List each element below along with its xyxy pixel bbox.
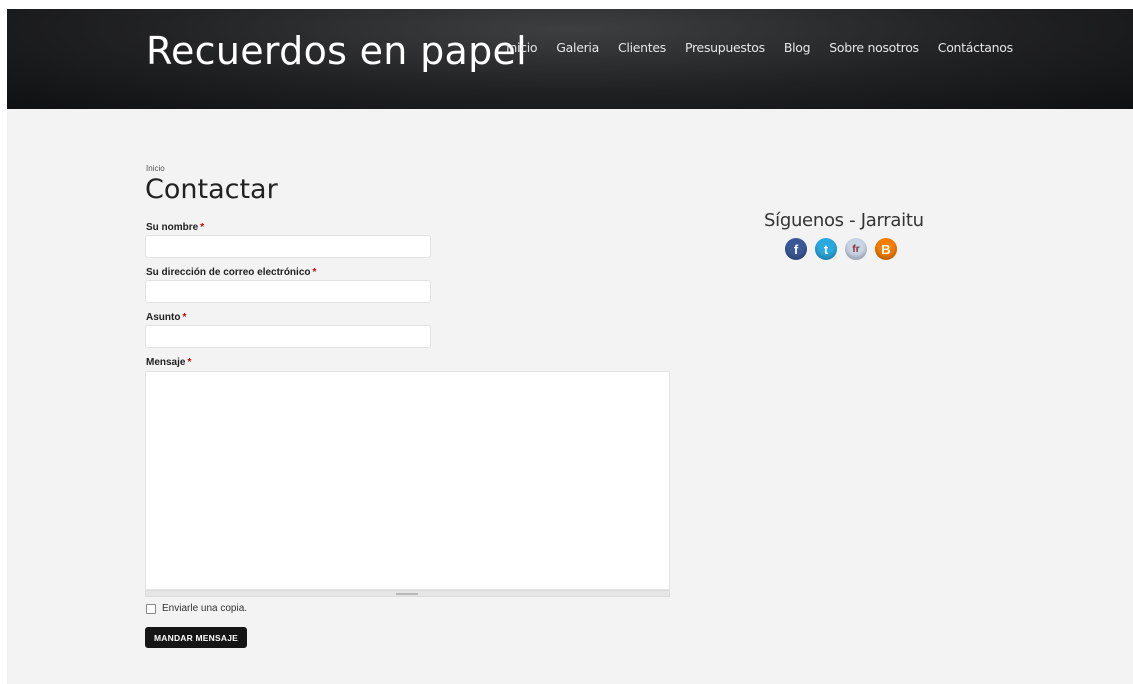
submit-button[interactable]: MANDAR MENSAJE [145, 627, 247, 648]
nav-item-clientes[interactable]: Clientes [618, 40, 666, 55]
send-copy-label[interactable]: Enviarle una copia. [162, 603, 247, 614]
friendfeed-icon[interactable]: fr [845, 238, 867, 260]
nav-item-sobre-nosotros[interactable]: Sobre nosotros [829, 40, 919, 55]
site-title[interactable]: Recuerdos en papel [146, 29, 527, 73]
subject-field[interactable] [145, 325, 431, 348]
email-label: Su dirección de correo electrónico * [146, 267, 317, 278]
required-mark: * [312, 267, 317, 278]
site-header: Recuerdos en papel Inicio Galeria Client… [7, 9, 1133, 109]
message-label: Mensaje * [146, 357, 192, 368]
social-links: f t fr B [785, 238, 897, 260]
required-mark: * [200, 222, 205, 233]
subject-label: Asunto * [146, 312, 187, 323]
breadcrumb[interactable]: Inicio [146, 164, 165, 173]
email-field[interactable] [145, 280, 431, 303]
required-mark: * [182, 312, 187, 323]
textarea-resize-bar[interactable] [145, 590, 670, 597]
required-mark: * [187, 357, 192, 368]
send-copy-option: Enviarle una copia. [146, 603, 247, 614]
name-field[interactable] [145, 235, 431, 258]
blogger-icon[interactable]: B [875, 238, 897, 260]
message-textarea[interactable] [145, 371, 670, 590]
main-nav: Inicio Galeria Clientes Presupuestos Blo… [506, 40, 1032, 55]
resize-handle-icon [396, 593, 418, 595]
nav-item-presupuestos[interactable]: Presupuestos [685, 40, 765, 55]
nav-item-galeria[interactable]: Galeria [556, 40, 599, 55]
page-title: Contactar [145, 174, 278, 205]
name-label: Su nombre * [146, 222, 205, 233]
follow-us-title: Síguenos - Jarraitu [764, 210, 924, 231]
facebook-icon[interactable]: f [785, 238, 807, 260]
send-copy-checkbox[interactable] [146, 603, 156, 614]
twitter-icon[interactable]: t [815, 238, 837, 260]
nav-item-inicio[interactable]: Inicio [506, 40, 538, 55]
nav-item-blog[interactable]: Blog [784, 40, 811, 55]
page-frame: Recuerdos en papel Inicio Galeria Client… [7, 9, 1133, 684]
nav-item-contactanos[interactable]: Contáctanos [938, 40, 1013, 55]
